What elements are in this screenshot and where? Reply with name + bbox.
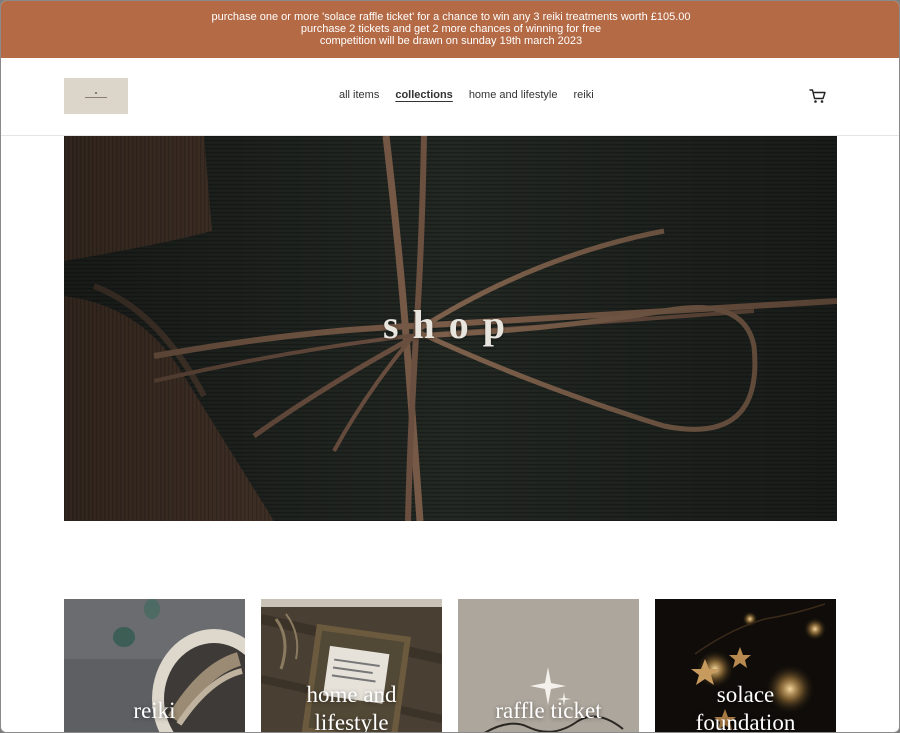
hero-title: shop [382, 302, 520, 347]
site-logo[interactable] [64, 78, 128, 114]
announcement-bar: purchase one or more 'solace raffle tick… [1, 1, 899, 58]
tile-label-home-and-lifestyle: home and lifestyle [306, 682, 397, 733]
logo-mark-icon [81, 92, 111, 100]
tile-label-raffle-ticket: raffle ticket [495, 698, 602, 723]
announcement-line-1: purchase one or more 'solace raffle tick… [211, 11, 691, 23]
collection-tile-raffle-ticket[interactable]: raffle ticket [458, 599, 639, 732]
announcement-line-2: purchase 2 tickets and get 2 more chance… [300, 23, 602, 35]
nav-all-items[interactable]: all items [339, 89, 379, 101]
collection-tile-solace-foundation[interactable]: solace foundation [655, 599, 836, 733]
tile-label-reiki: reiki [133, 698, 176, 723]
announcement-line-3: competition will be drawn on sunday 19th… [319, 35, 583, 47]
collection-tile-home-and-lifestyle[interactable]: home and lifestyle [261, 599, 442, 733]
collection-tile-reiki[interactable]: reiki [64, 599, 245, 732]
nav-reiki[interactable]: reiki [573, 89, 593, 101]
tile-label-solace-foundation: solace foundation [695, 682, 796, 733]
main-nav: all items collections home and lifestyle… [339, 89, 594, 101]
cart-icon[interactable] [809, 87, 827, 105]
nav-collections[interactable]: collections [395, 89, 452, 101]
site-header: all items collections home and lifestyle… [1, 58, 899, 136]
browser-frame: purchase one or more 'solace raffle tick… [0, 0, 900, 733]
nav-home-and-lifestyle[interactable]: home and lifestyle [469, 89, 558, 101]
